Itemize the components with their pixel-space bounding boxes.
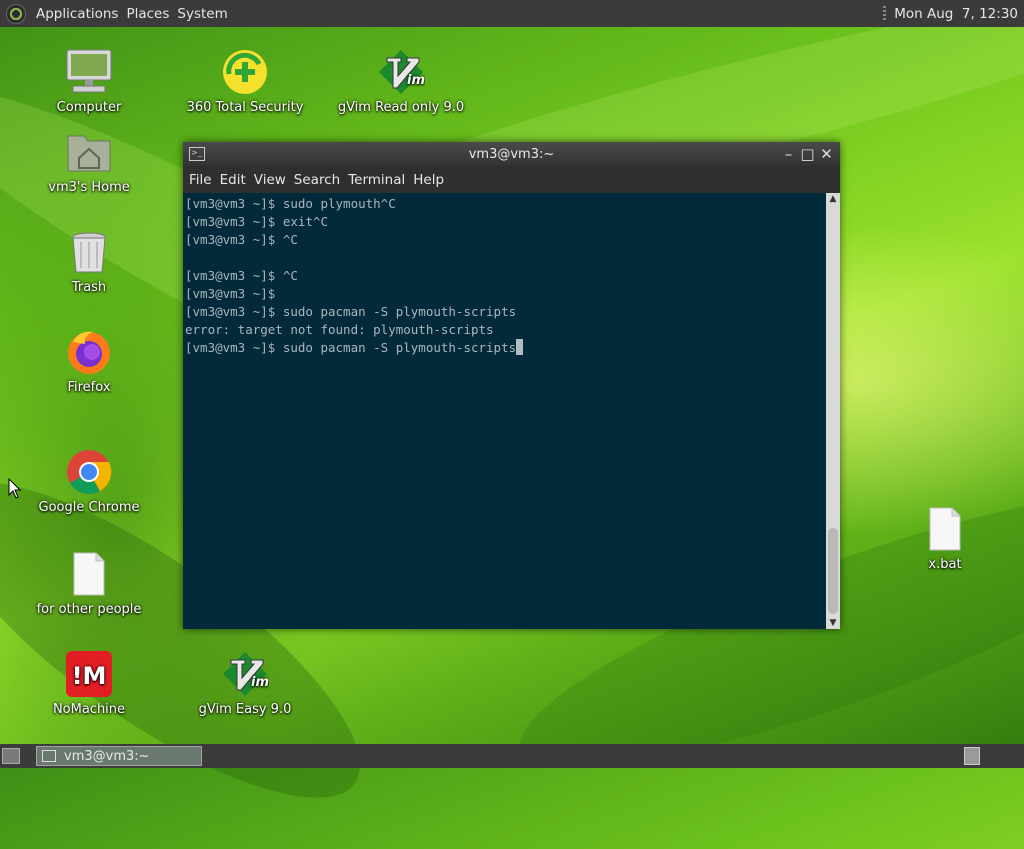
places-menu[interactable]: Places bbox=[122, 6, 173, 22]
trash-icon bbox=[65, 228, 113, 276]
menu-view[interactable]: View bbox=[250, 172, 290, 188]
menu-logo-icon[interactable] bbox=[6, 3, 26, 24]
menu-terminal[interactable]: Terminal bbox=[344, 172, 409, 188]
document-icon bbox=[65, 550, 113, 598]
terminal-titlebar[interactable]: >_ vm3@vm3:~ – □ ✕ bbox=[183, 142, 840, 166]
close-button[interactable]: ✕ bbox=[817, 145, 836, 164]
desktop-icon-label: x.bat bbox=[928, 557, 962, 572]
workspace-switcher[interactable] bbox=[964, 747, 980, 765]
menu-help[interactable]: Help bbox=[409, 172, 448, 188]
terminal-current-line[interactable]: [vm3@vm3 ~]$ sudo pacman -S plymouth-scr… bbox=[185, 339, 826, 357]
system-menu[interactable]: System bbox=[173, 6, 231, 22]
svg-text:!M: !M bbox=[72, 662, 107, 690]
svg-text:im: im bbox=[407, 73, 425, 88]
desktop-icon-for-other-people[interactable]: for other people bbox=[29, 550, 149, 617]
terminal-icon: >_ bbox=[189, 147, 205, 161]
desktop-icon-label: Computer bbox=[56, 100, 122, 115]
desktop-icon-firefox[interactable]: Firefox bbox=[29, 328, 149, 395]
terminal-line: [vm3@vm3 ~]$ sudo pacman -S plymouth-scr… bbox=[185, 304, 517, 319]
desktop-icon-chrome[interactable]: Google Chrome bbox=[29, 448, 149, 515]
mouse-pointer-icon bbox=[8, 477, 22, 504]
terminal-line: [vm3@vm3 ~]$ exit^C bbox=[185, 214, 328, 229]
terminal-icon bbox=[42, 750, 56, 762]
clock[interactable]: Mon Aug 7, 12:30 bbox=[894, 6, 1018, 22]
document-icon bbox=[921, 505, 969, 553]
desktop-icon-label: gVim Read only 9.0 bbox=[337, 100, 465, 115]
scrollbar-thumb[interactable] bbox=[828, 528, 838, 614]
applications-menu[interactable]: Applications bbox=[32, 6, 122, 22]
menu-file[interactable]: File bbox=[185, 172, 216, 188]
window-title: vm3@vm3:~ bbox=[468, 146, 555, 162]
desktop-icon-home[interactable]: vm3's Home bbox=[29, 128, 149, 195]
svg-text:im: im bbox=[251, 675, 269, 690]
terminal-line: [vm3@vm3 ~]$ ^C bbox=[185, 232, 298, 247]
scroll-up-arrow-icon[interactable]: ▲ bbox=[826, 193, 840, 205]
scroll-down-arrow-icon[interactable]: ▼ bbox=[826, 617, 840, 629]
taskbar-item-terminal[interactable]: vm3@vm3:~ bbox=[36, 746, 202, 766]
terminal-menubar: File Edit View Search Terminal Help bbox=[183, 166, 840, 193]
gvim-icon: im bbox=[377, 48, 425, 96]
minimize-button[interactable]: – bbox=[779, 145, 798, 164]
home-folder-icon bbox=[65, 128, 113, 176]
desktop-icon-nomachine[interactable]: !M NoMachine bbox=[29, 650, 149, 717]
desktop-icon-label: vm3's Home bbox=[48, 180, 130, 195]
terminal-line: [vm3@vm3 ~]$ ^C bbox=[185, 268, 298, 283]
desktop-icon-label: gVim Easy 9.0 bbox=[198, 702, 292, 717]
terminal-window[interactable]: >_ vm3@vm3:~ – □ ✕ File Edit View Search… bbox=[183, 142, 840, 629]
desktop-icon-trash[interactable]: Trash bbox=[29, 228, 149, 295]
desktop-icon-label: Trash bbox=[71, 280, 107, 295]
desktop-icon-label: Google Chrome bbox=[38, 500, 140, 515]
text-cursor bbox=[516, 339, 524, 355]
top-panel: Applications Places System Mon Aug 7, 12… bbox=[0, 0, 1024, 27]
desktop-icon-x-bat[interactable]: x.bat bbox=[885, 505, 1005, 572]
panel-separator bbox=[883, 5, 887, 22]
desktop-icon-label: NoMachine bbox=[52, 702, 126, 717]
taskbar-item-label: vm3@vm3:~ bbox=[64, 748, 150, 764]
desktop-icon-computer[interactable]: Computer bbox=[29, 48, 149, 115]
terminal-scrollbar[interactable]: ▲ ▼ bbox=[826, 193, 840, 629]
show-desktop-icon[interactable] bbox=[2, 748, 20, 764]
terminal-line: [vm3@vm3 ~]$ bbox=[185, 286, 276, 301]
chrome-icon bbox=[65, 448, 113, 496]
menu-edit[interactable]: Edit bbox=[216, 172, 250, 188]
terminal-line: [vm3@vm3 ~]$ sudo pacman -S plymouth-scr… bbox=[185, 340, 517, 355]
terminal-line: error: target not found: plymouth-script… bbox=[185, 322, 494, 337]
desktop-icon-label: 360 Total Security bbox=[186, 100, 304, 115]
maximize-button[interactable]: □ bbox=[798, 145, 817, 164]
terminal-line: [vm3@vm3 ~]$ sudo plymouth^C bbox=[185, 196, 396, 211]
firefox-icon bbox=[65, 328, 113, 376]
desktop-icon-label: for other people bbox=[36, 602, 142, 617]
desktop-icon-360-security[interactable]: 360 Total Security bbox=[184, 48, 306, 115]
gvim-icon: im bbox=[221, 650, 269, 698]
desktop-icon-label: Firefox bbox=[67, 380, 111, 395]
terminal-output[interactable]: [vm3@vm3 ~]$ sudo plymouth^C [vm3@vm3 ~]… bbox=[183, 193, 826, 629]
computer-icon bbox=[65, 48, 113, 96]
desktop-icon-gvim-readonly[interactable]: im gVim Read only 9.0 bbox=[336, 48, 466, 115]
menu-search[interactable]: Search bbox=[290, 172, 344, 188]
360-security-icon bbox=[221, 48, 269, 96]
nomachine-icon: !M bbox=[65, 650, 113, 698]
bottom-panel: vm3@vm3:~ bbox=[0, 744, 1024, 768]
desktop-icon-gvim-easy[interactable]: im gVim Easy 9.0 bbox=[184, 650, 306, 717]
